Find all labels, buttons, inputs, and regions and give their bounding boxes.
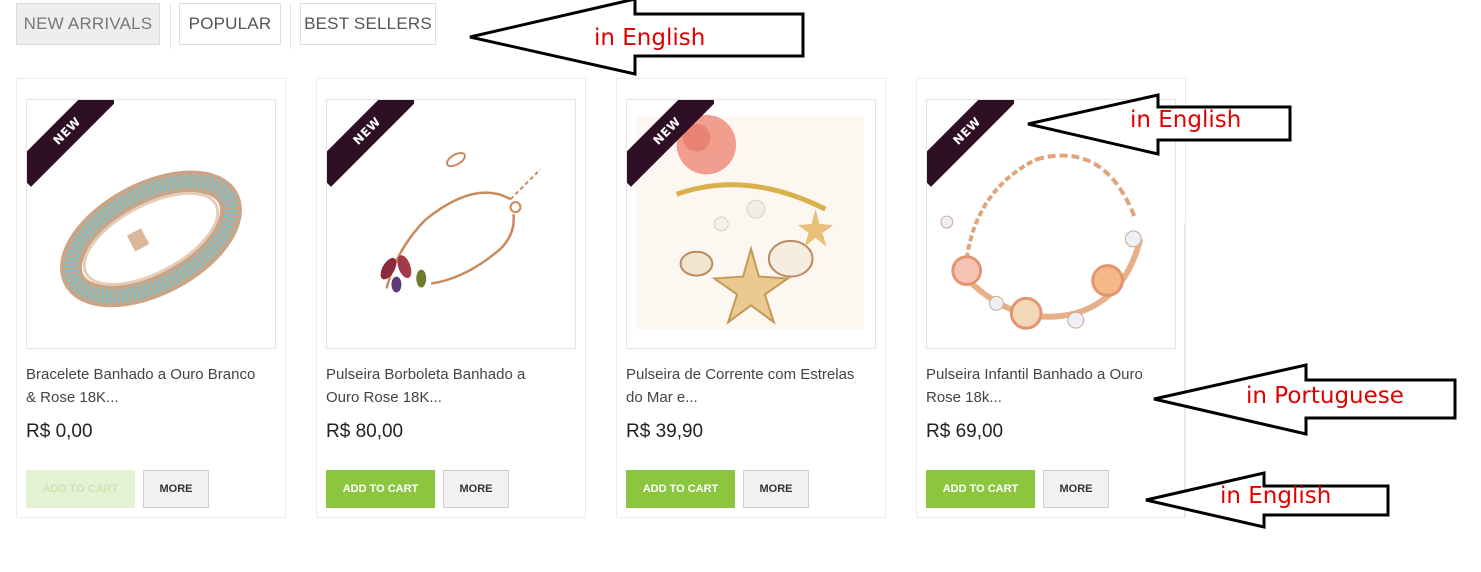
tab-divider bbox=[170, 3, 171, 49]
add-to-cart-button[interactable]: ADD TO CART bbox=[26, 470, 135, 508]
annotation-label: in Portuguese bbox=[1246, 383, 1404, 409]
annotation-label: in English bbox=[594, 25, 706, 51]
add-to-cart-button[interactable]: ADD TO CART bbox=[926, 470, 1035, 508]
product-title[interactable]: Pulseira Borboleta Banhado a Ouro Rose 1… bbox=[326, 363, 556, 409]
new-ribbon: NEW bbox=[327, 100, 414, 187]
product-price: R$ 69,00 bbox=[926, 421, 1004, 442]
product-card: NEW Bracelete Banhado a Ouro Branco & Ro… bbox=[16, 78, 286, 518]
product-title[interactable]: Pulseira de Corrente com Estrelas do Mar… bbox=[626, 363, 856, 409]
tab-divider bbox=[290, 3, 291, 49]
product-image-frame[interactable]: NEW bbox=[326, 99, 576, 349]
new-ribbon: NEW bbox=[927, 100, 1014, 187]
more-button[interactable]: MORE bbox=[443, 470, 509, 508]
product-image-frame[interactable]: NEW bbox=[626, 99, 876, 349]
more-button[interactable]: MORE bbox=[743, 470, 809, 508]
add-to-cart-button[interactable]: ADD TO CART bbox=[326, 470, 435, 508]
product-image-frame[interactable]: NEW bbox=[26, 99, 276, 349]
product-card: NEW Pulseira Borboleta Banhado a Ouro Ro… bbox=[316, 78, 586, 518]
product-title[interactable]: Bracelete Banhado a Ouro Branco & Rose 1… bbox=[26, 363, 256, 409]
product-price: R$ 39,90 bbox=[626, 421, 704, 442]
add-to-cart-button[interactable]: ADD TO CART bbox=[626, 470, 735, 508]
annotation-label: in English bbox=[1130, 107, 1242, 133]
tab-best-sellers[interactable]: BEST SELLERS bbox=[300, 3, 436, 45]
tab-popular[interactable]: POPULAR bbox=[179, 3, 281, 45]
product-price: R$ 0,00 bbox=[26, 421, 93, 442]
tab-new-arrivals[interactable]: NEW ARRIVALS bbox=[16, 3, 160, 45]
annotation-label: in English bbox=[1220, 483, 1332, 509]
more-button[interactable]: MORE bbox=[143, 470, 209, 508]
more-button[interactable]: MORE bbox=[1043, 470, 1109, 508]
product-title[interactable]: Pulseira Infantil Banhado a Ouro Rose 18… bbox=[926, 363, 1156, 409]
new-ribbon: NEW bbox=[27, 100, 114, 187]
new-ribbon: NEW bbox=[627, 100, 714, 187]
product-card: NEW Pulseira de Corrente com Estrelas do… bbox=[616, 78, 886, 518]
product-price: R$ 80,00 bbox=[326, 421, 404, 442]
